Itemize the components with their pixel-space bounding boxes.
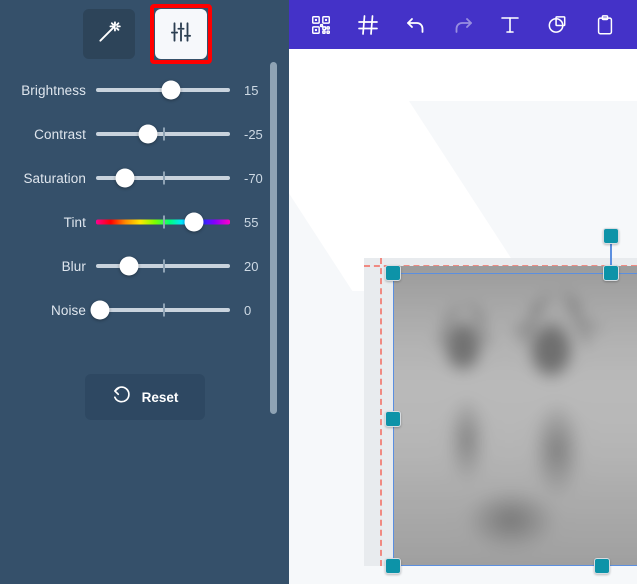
mode-tab-bar: [0, 0, 289, 68]
guide-line-left: [380, 258, 382, 566]
reset-button[interactable]: Reset: [84, 374, 205, 420]
slider-label-blur: Blur: [61, 258, 86, 274]
canvas-top-strip: [289, 49, 637, 101]
handle-bottom-right[interactable]: [594, 558, 610, 574]
slider-label-saturation: Saturation: [23, 170, 86, 186]
slider-row-contrast: Contrast -25: [0, 112, 289, 156]
slider-value-tint: 55: [244, 214, 259, 230]
text-icon[interactable]: [493, 8, 527, 42]
slider-track-brightness[interactable]: [96, 68, 232, 112]
deer-photo[interactable]: [393, 266, 637, 566]
mode-tab-adjustments-wrap: [149, 4, 212, 64]
undo-icon[interactable]: [399, 8, 433, 42]
handle-bottom-left[interactable]: [385, 558, 401, 574]
slider-track-saturation[interactable]: [96, 156, 232, 200]
slider-row-tint: Tint 55: [0, 200, 289, 244]
panel-scrollbar-track[interactable]: [270, 58, 277, 478]
slider-value-brightness: 15: [244, 82, 259, 98]
slider-row-saturation: Saturation -70: [0, 156, 289, 200]
slider-track-noise[interactable]: [90, 288, 232, 332]
image-editor-app: Brightness 15 Contrast -25 Saturation -7…: [0, 0, 637, 584]
slider-thumb-saturation[interactable]: [115, 168, 135, 188]
slider-row-blur: Blur 20: [0, 244, 289, 288]
slider-center-tick-saturation: [163, 171, 165, 185]
grid-icon[interactable]: [351, 8, 385, 42]
slider-thumb-blur[interactable]: [119, 256, 139, 276]
slider-thumb-noise[interactable]: [90, 300, 110, 320]
slider-label-tint: Tint: [63, 214, 86, 230]
handle-rotate[interactable]: [603, 228, 619, 244]
slider-thumb-tint[interactable]: [184, 212, 204, 232]
slider-label-brightness: Brightness: [21, 82, 86, 98]
handle-middle-left[interactable]: [385, 411, 401, 427]
handle-top-left[interactable]: [385, 265, 401, 281]
slider-label-noise: Noise: [50, 302, 86, 318]
slider-track-blur[interactable]: [96, 244, 232, 288]
mode-tab-adjustments[interactable]: [154, 9, 207, 59]
undo-rotate-icon: [111, 384, 133, 411]
slider-value-saturation: -70: [244, 170, 263, 186]
slider-center-tick-blur: [163, 259, 165, 273]
slider-thumb-brightness[interactable]: [161, 80, 181, 100]
clipboard-icon[interactable]: [588, 8, 622, 42]
adjustments-panel: Brightness 15 Contrast -25 Saturation -7…: [0, 0, 289, 584]
slider-center-tick-tint: [163, 215, 165, 229]
deer-photo-content: [393, 266, 637, 566]
image-frame[interactable]: [364, 258, 637, 566]
slider-value-noise: 0: [244, 302, 252, 318]
redo-icon[interactable]: [446, 8, 480, 42]
slider-center-tick-contrast: [163, 127, 165, 141]
slider-track-tint[interactable]: [96, 200, 232, 244]
reset-button-label: Reset: [141, 389, 179, 405]
editor-toolbar: [289, 0, 637, 49]
handle-top-right[interactable]: [603, 265, 619, 281]
sliders-icon: [168, 19, 194, 50]
sticker-icon[interactable]: [541, 8, 575, 42]
mode-tab-auto-enhance-wrap: [78, 4, 140, 64]
slider-label-contrast: Contrast: [34, 126, 86, 142]
slider-thumb-contrast[interactable]: [138, 124, 158, 144]
qr-code-icon[interactable]: [304, 8, 338, 42]
mode-tab-auto-enhance[interactable]: [82, 9, 135, 59]
slider-row-noise: Noise 0: [0, 288, 289, 332]
slider-center-tick-noise: [163, 303, 165, 317]
slider-list: Brightness 15 Contrast -25 Saturation -7…: [0, 68, 289, 332]
panel-scrollbar-thumb[interactable]: [270, 62, 277, 414]
slider-value-blur: 20: [244, 258, 259, 274]
slider-track-contrast[interactable]: [96, 112, 232, 156]
magic-wand-icon: [96, 19, 122, 50]
slider-value-contrast: -25: [244, 126, 263, 142]
slider-row-brightness: Brightness 15: [0, 68, 289, 112]
reset-button-container: Reset: [0, 374, 289, 420]
